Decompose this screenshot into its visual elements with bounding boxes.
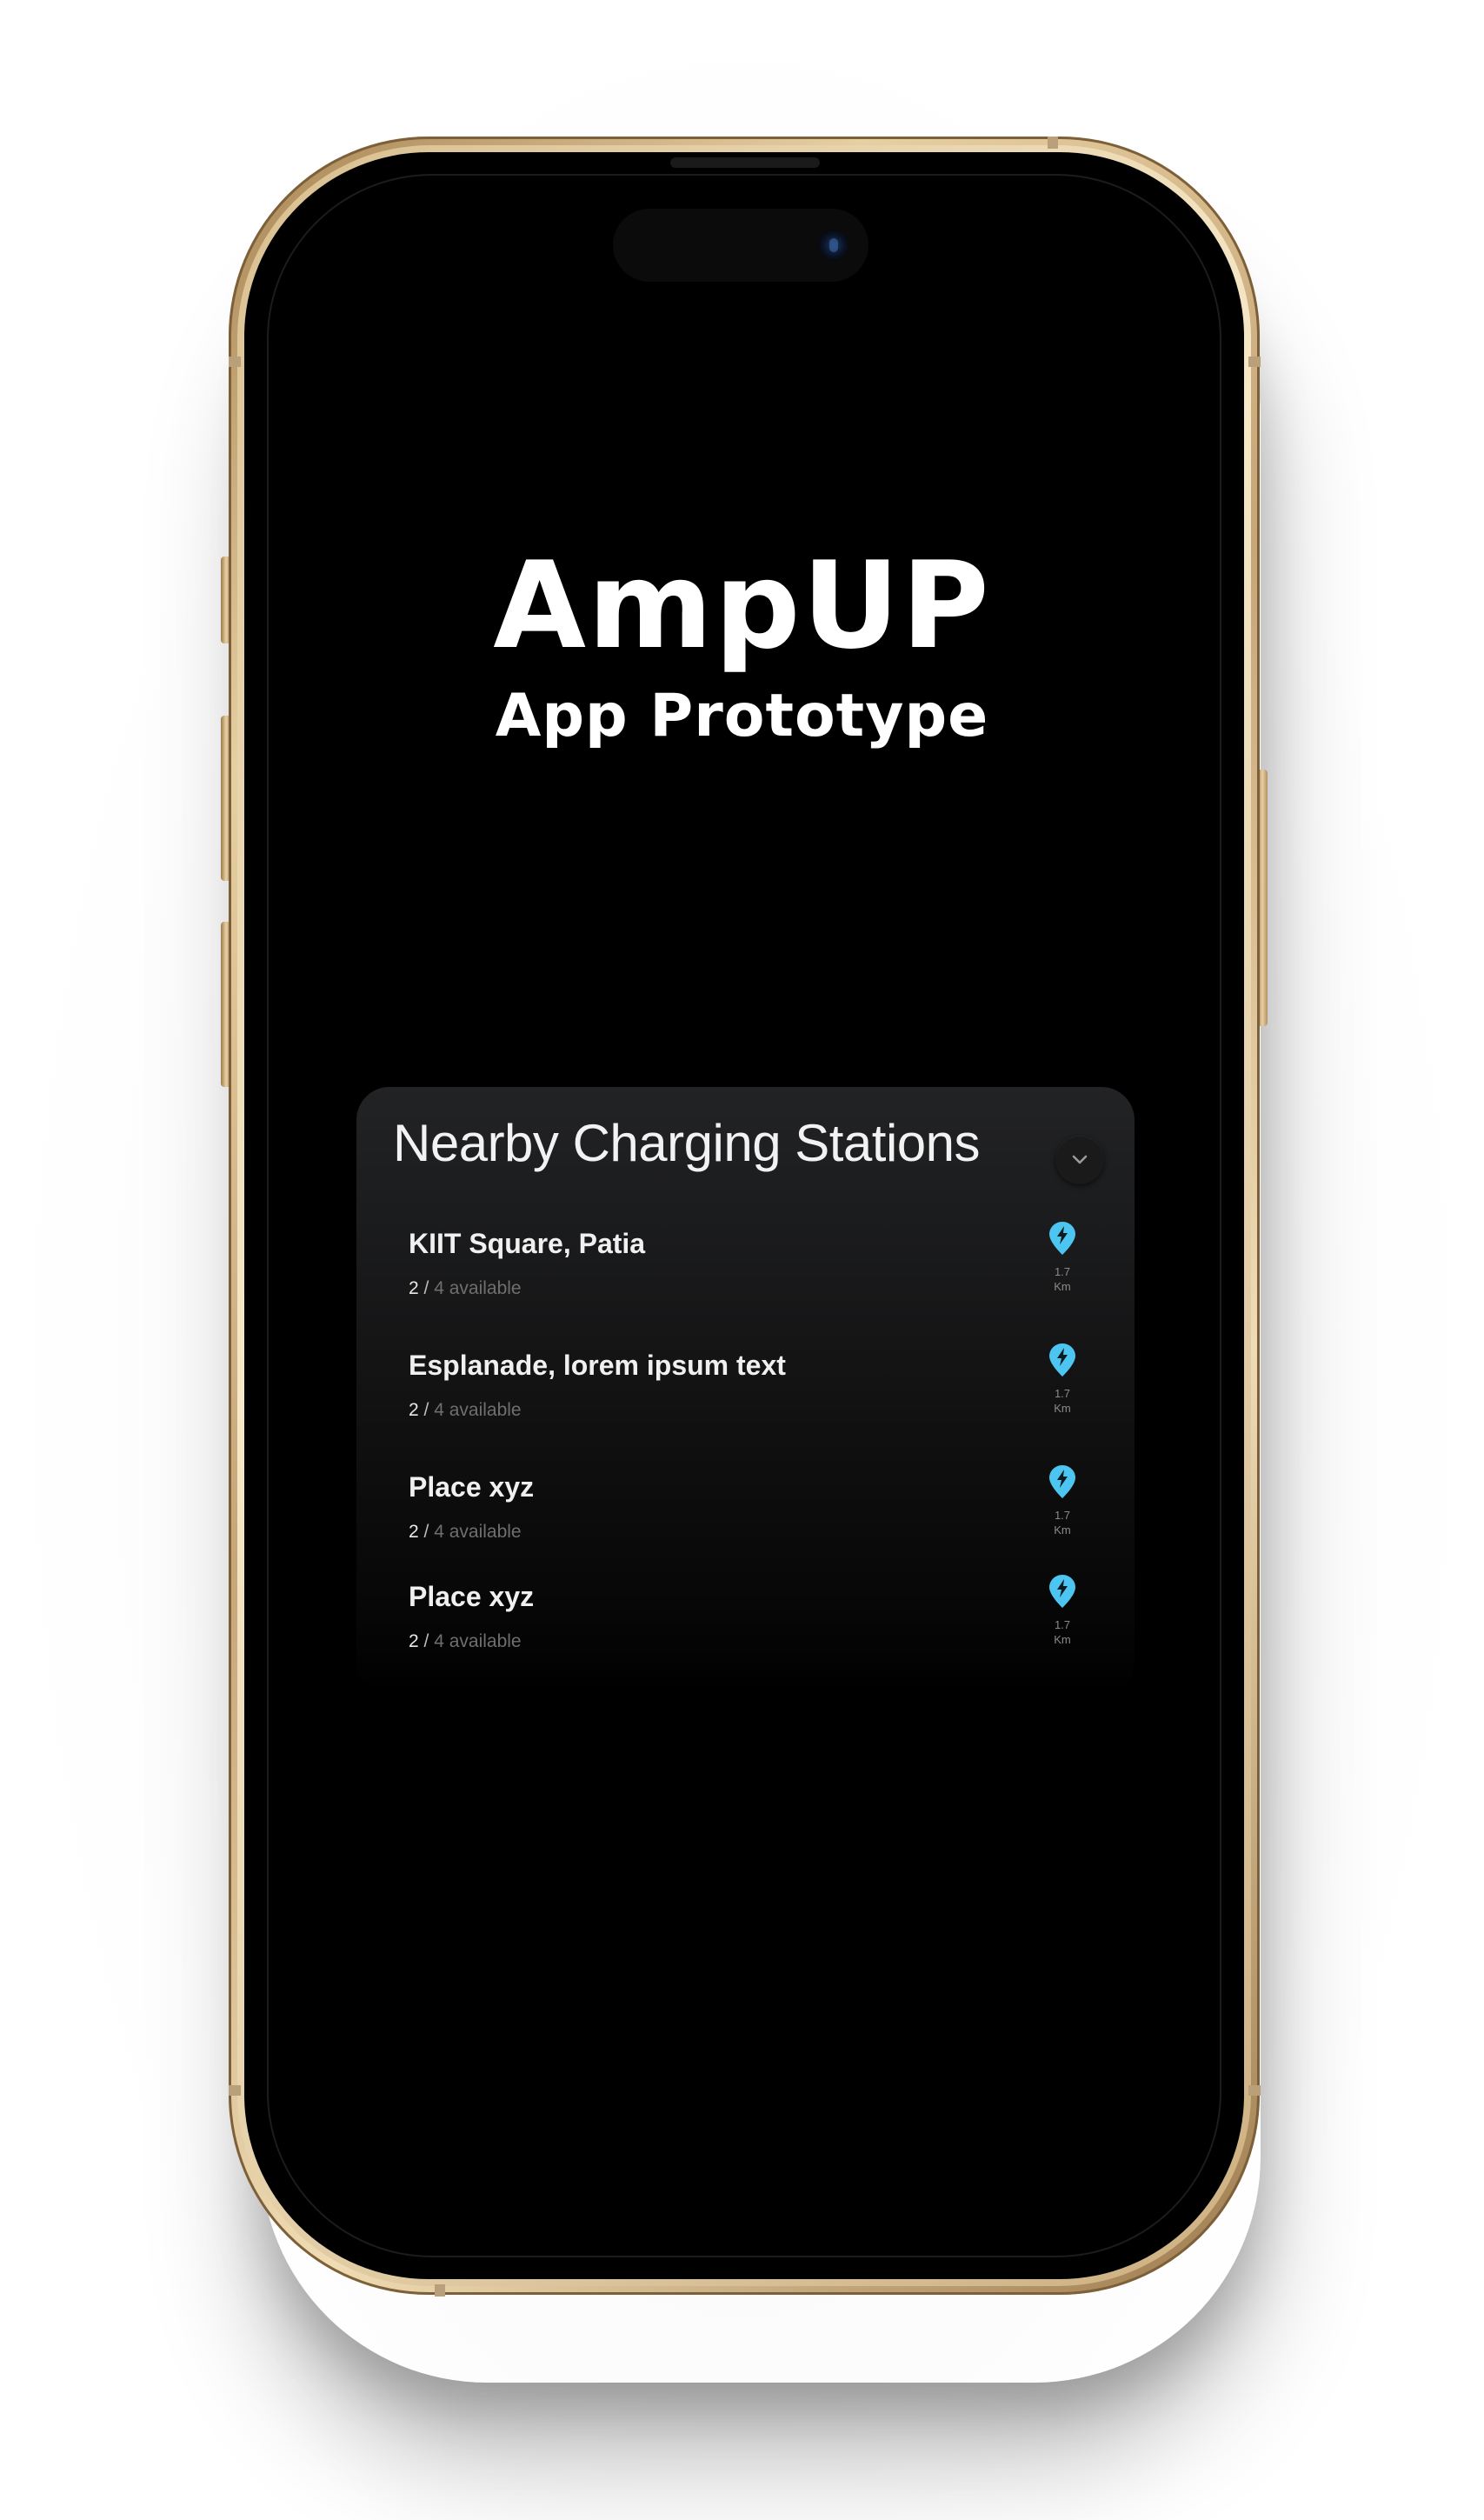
station-name: KIIT Square, Patia <box>409 1228 646 1259</box>
station-availability: 2 / 4 available <box>409 1522 522 1543</box>
front-camera-icon <box>818 230 849 261</box>
distance-value: 1.7 <box>1054 1618 1071 1631</box>
chevron-down-icon <box>1072 1155 1088 1164</box>
distance-unit: Km <box>1054 1633 1071 1646</box>
nearby-stations-card: Nearby Charging Stations KIIT Square, Pa… <box>356 1087 1135 1696</box>
station-availability: 2 / 4 available <box>409 1400 522 1421</box>
dynamic-island <box>613 209 868 282</box>
distance-value: 1.7 <box>1054 1509 1071 1522</box>
station-list-item[interactable]: Place xyz 2 / 4 available 1.7 Km <box>409 1575 1104 1677</box>
antenna-line <box>229 357 241 367</box>
station-distance: 1.7 Km <box>1036 1386 1088 1416</box>
available-count: 2 <box>409 1522 419 1542</box>
charging-pin-icon <box>1049 1222 1075 1255</box>
distance-value: 1.7 <box>1054 1387 1071 1400</box>
station-availability: 2 / 4 available <box>409 1631 522 1652</box>
card-title: Nearby Charging Stations <box>393 1114 981 1172</box>
available-count: 2 <box>409 1400 419 1420</box>
station-name: Place xyz <box>409 1471 535 1503</box>
antenna-line <box>1248 357 1261 367</box>
antenna-line <box>229 2085 241 2096</box>
station-distance: 1.7 Km <box>1036 1617 1088 1647</box>
distance-value: 1.7 <box>1054 1265 1071 1278</box>
charging-pin-icon <box>1049 1465 1075 1498</box>
antenna-line <box>435 2284 445 2297</box>
availability-separator: / <box>418 1278 435 1298</box>
station-list-item[interactable]: Esplanade, lorem ipsum text 2 / 4 availa… <box>409 1343 1104 1445</box>
station-distance: 1.7 Km <box>1036 1508 1088 1537</box>
mockup-stage: AmpUP App Prototype Nearby Charging Stat… <box>0 0 1484 2520</box>
distance-unit: Km <box>1054 1402 1071 1415</box>
available-count: 2 <box>409 1278 419 1298</box>
station-list-item[interactable]: Place xyz 2 / 4 available 1.7 Km <box>409 1465 1104 1567</box>
availability-separator: / <box>418 1400 435 1420</box>
antenna-line <box>1048 137 1058 149</box>
station-availability: 2 / 4 available <box>409 1278 522 1299</box>
availability-separator: / <box>418 1631 435 1651</box>
available-count: 2 <box>409 1631 419 1651</box>
earpiece-speaker <box>670 157 820 168</box>
collapse-button[interactable] <box>1055 1136 1104 1184</box>
charging-pin-icon <box>1049 1575 1075 1608</box>
station-list-item[interactable]: KIIT Square, Patia 2 / 4 available 1.7 K… <box>409 1222 1104 1323</box>
app-title: AmpUP <box>493 536 991 676</box>
total-available-label: 4 available <box>434 1400 522 1420</box>
total-available-label: 4 available <box>434 1278 522 1298</box>
distance-unit: Km <box>1054 1523 1071 1537</box>
distance-unit: Km <box>1054 1280 1071 1293</box>
total-available-label: 4 available <box>434 1522 522 1542</box>
app-subtitle: App Prototype <box>495 682 989 750</box>
availability-separator: / <box>418 1522 435 1542</box>
station-name: Place xyz <box>409 1581 535 1612</box>
total-available-label: 4 available <box>434 1631 522 1651</box>
antenna-line <box>1248 2085 1261 2096</box>
station-distance: 1.7 Km <box>1036 1264 1088 1294</box>
charging-pin-icon <box>1049 1343 1075 1377</box>
station-name: Esplanade, lorem ipsum text <box>409 1350 786 1381</box>
